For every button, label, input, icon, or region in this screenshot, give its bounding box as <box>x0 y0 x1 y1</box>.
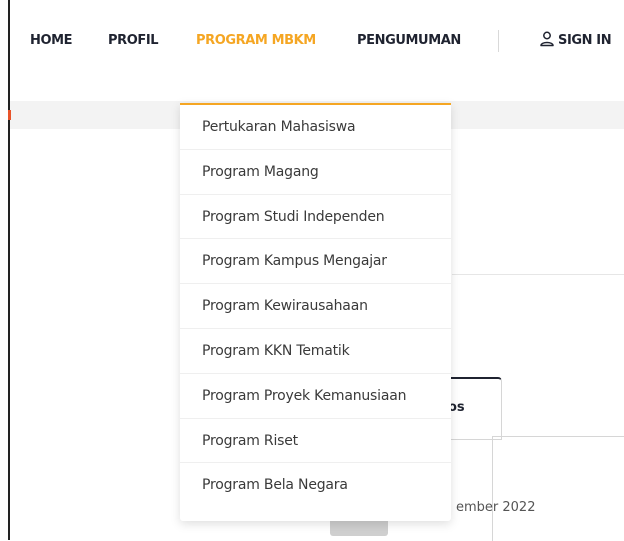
nav-divider <box>498 30 499 52</box>
menu-item-program-magang[interactable]: Program Magang <box>180 150 451 195</box>
menu-item-bela-negara[interactable]: Program Bela Negara <box>180 463 451 508</box>
menu-item-kampus-mengajar[interactable]: Program Kampus Mengajar <box>180 239 451 285</box>
menu-item-kewirausahaan[interactable]: Program Kewirausahaan <box>180 284 451 329</box>
content-panel <box>492 436 624 541</box>
menu-item-pertukaran-mahasiswa[interactable]: Pertukaran Mahasiswa <box>180 105 451 150</box>
nav-home[interactable]: HOME <box>30 33 73 48</box>
nav-pengumuman[interactable]: PENGUMUMAN <box>357 33 461 48</box>
content-divider <box>452 274 624 275</box>
menu-item-proyek-kemanusiaan[interactable]: Program Proyek Kemanusiaan <box>180 374 451 419</box>
page-frame: HOME PROFIL PROGRAM MBKM PENGUMUMAN SIGN… <box>8 0 624 541</box>
menu-item-kkn-tematik[interactable]: Program KKN Tematik <box>180 329 451 374</box>
top-navbar: HOME PROFIL PROGRAM MBKM PENGUMUMAN SIGN… <box>10 0 624 84</box>
program-mbkm-dropdown: Pertukaran Mahasiswa Program Magang Prog… <box>180 103 451 521</box>
menu-item-studi-independen[interactable]: Program Studi Independen <box>180 195 451 240</box>
nav-profil[interactable]: PROFIL <box>108 33 159 48</box>
sign-in-link[interactable]: SIGN IN <box>558 33 612 48</box>
band-accent <box>8 110 11 120</box>
user-icon[interactable] <box>540 31 554 47</box>
nav-program-mbkm[interactable]: PROGRAM MBKM <box>196 33 316 48</box>
date-text: ember 2022 <box>456 500 536 515</box>
menu-item-program-riset[interactable]: Program Riset <box>180 419 451 464</box>
